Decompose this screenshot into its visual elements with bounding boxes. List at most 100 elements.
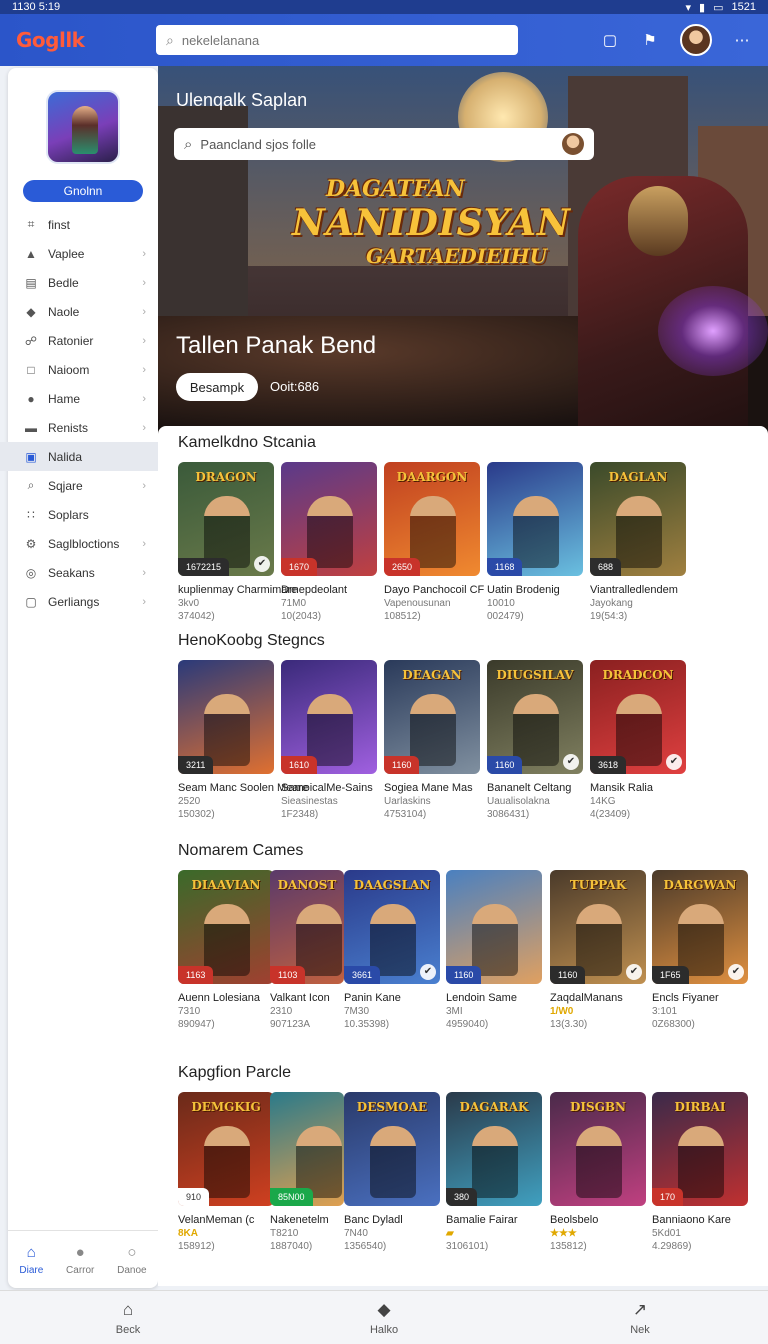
game-thumbnail[interactable]: DRAGON 1672215 ✔ (178, 462, 274, 576)
game-card[interactable]: 1160 Lendoin Same 3MI 4959040) (446, 870, 542, 1030)
game-review-count: 135812) (550, 1241, 587, 1252)
game-thumbnail[interactable]: DIRBAI 170 (652, 1092, 748, 1206)
sidebar-item-2[interactable]: ▤ Bedle › (8, 268, 158, 297)
game-review-count: 0Z68300) (652, 1019, 695, 1030)
game-card[interactable]: DAGLAN 688 Viantralledlendem Jayokang 19(54:… (590, 462, 686, 622)
sidebar-item-label: finst (48, 217, 71, 232)
hero-banner[interactable]: Ulenqalk Saplan ⌕ Paancland sjos folle D… (158, 66, 768, 436)
game-review-count: 4.29869) (652, 1241, 692, 1252)
link-icon: ☍ (24, 333, 38, 348)
game-app-icon[interactable] (46, 90, 120, 164)
game-card[interactable]: DIAAVIAN 1163 Auenn Lolesiana 7310 890947) (178, 870, 274, 1030)
shield-icon: ◆ (377, 1299, 391, 1319)
game-thumbnail[interactable]: TUPPAK 1160 ✔ (550, 870, 646, 984)
game-card[interactable]: DAGARAK 380 Bamalie Fairar ▰ 3106101) (446, 1092, 542, 1252)
app-logo[interactable]: Gogllk (16, 28, 156, 52)
sidebar-bottom-item-2[interactable]: ○ Danoe (117, 1244, 146, 1276)
price-tag: 1168 (487, 558, 523, 576)
game-card[interactable]: DRAGON 1672215 ✔ kuplienmay Charmimare 3kv0 3… (178, 462, 297, 622)
game-card[interactable]: 1168 Uatin Brodenig 10010 002479) (487, 462, 583, 622)
game-thumbnail[interactable]: 1670 (281, 462, 377, 576)
chevron-right-icon: › (142, 392, 146, 405)
game-card[interactable]: DAAGSLAN 3661 ✔ Panin Kane 7M30 10.35398) (344, 870, 440, 1030)
sidebar-item-9[interactable]: ⌕ Sqjare › (8, 471, 158, 500)
sidebar-item-13[interactable]: ▢ Gerliangs › (8, 587, 158, 616)
game-card[interactable]: DEMGKIG 910 VelanMeman (c 8KA 158912) (178, 1092, 274, 1252)
triangle-icon: ▲ (25, 246, 37, 261)
game-card[interactable]: DIUGSILAV 1160 ✔ Bananelt Celtang Uaualisola… (487, 660, 583, 820)
sidebar-item-6[interactable]: ● Hame › (8, 384, 158, 413)
bottom-nav-item-0[interactable]: ⌂ Beck (0, 1291, 256, 1344)
game-card[interactable]: 1670 Drnepdeolant 71M0 10(2043) (281, 462, 377, 622)
game-card[interactable]: DAARGON 2650 Dayo Panchocoil CF Vapenousuna… (384, 462, 484, 622)
sidebar-item-11[interactable]: ⚙ Saglbloctions › (8, 529, 158, 558)
card-icon: ▬ (25, 420, 37, 435)
sidebar-bottom-item-0[interactable]: ⌂ Diare (19, 1244, 43, 1276)
sidebar-item-12[interactable]: ◎ Seakans › (8, 558, 158, 587)
game-thumbnail[interactable]: DEMGKIG 910 (178, 1092, 274, 1206)
sidebar-item-4[interactable]: ☍ Ratonier › (8, 326, 158, 355)
game-thumbnail[interactable]: DARGWAN 1F65 ✔ (652, 870, 748, 984)
game-thumbnail[interactable]: 3211 (178, 660, 274, 774)
game-thumbnail[interactable]: DEAGAN 1160 (384, 660, 480, 774)
top-search-input[interactable] (181, 32, 482, 48)
game-character-art (410, 694, 456, 766)
game-thumbnail[interactable]: DAGARAK 380 (446, 1092, 542, 1206)
game-thumbnail[interactable]: DAGLAN 688 (590, 462, 686, 576)
game-thumbnail[interactable]: 1168 (487, 462, 583, 576)
game-thumbnail[interactable]: DIAAVIAN 1163 (178, 870, 274, 984)
game-thumbnail[interactable]: DRADCON 3618 ✔ (590, 660, 686, 774)
game-card[interactable]: DIRBAI 170 Banniaono Kare 5Kd01 4.29869) (652, 1092, 748, 1252)
sidebar-item-5[interactable]: □ Naioom › (8, 355, 158, 384)
sidebar-item-10[interactable]: ∷ Soplars (8, 500, 158, 529)
game-thumbnail[interactable]: 1160 (446, 870, 542, 984)
bottom-nav-item-2[interactable]: ↗ Nek (512, 1291, 768, 1344)
sidebar-item-0[interactable]: ⌗ finst (8, 210, 158, 239)
game-card[interactable]: DISGBN Beolsbelo ★★★ 135812) (550, 1092, 646, 1252)
bottom-nav-item-1[interactable]: ◆ Halko (256, 1291, 512, 1344)
user-avatar[interactable] (680, 24, 712, 56)
game-subtitle: 10010 (487, 598, 515, 609)
sidebar-item-3[interactable]: ◆ Naole › (8, 297, 158, 326)
game-card[interactable]: DARGWAN 1F65 ✔ Encls Fiyaner 3:101 0Z68300) (652, 870, 748, 1030)
sidebar-bottom-item-1[interactable]: ● Carror (66, 1244, 94, 1276)
game-character-art (204, 904, 250, 976)
game-thumbnail[interactable]: DIUGSILAV 1160 ✔ (487, 660, 583, 774)
sidebar-item-label: Naole (48, 304, 80, 319)
game-review-count: 4959040) (446, 1019, 489, 1030)
game-name: Uatin Brodenig (487, 584, 560, 596)
hero-search-avatar[interactable] (562, 133, 584, 155)
game-card[interactable]: DRADCON 3618 ✔ Mansik Ralia 14KG 4(23409) (590, 660, 686, 820)
game-name: Bananelt Celtang (487, 782, 572, 794)
more-icon[interactable]: ⋯ (732, 30, 752, 50)
game-character-art (513, 496, 559, 568)
sidebar-item-8[interactable]: ▣ Nalida (0, 442, 158, 471)
hero-cta-button[interactable]: Besampk (176, 373, 258, 401)
game-thumbnail[interactable]: 1610 (281, 660, 377, 774)
game-thumbnail[interactable]: DANOST 1103 (270, 870, 344, 984)
tablet-icon[interactable]: ▢ (600, 30, 620, 50)
game-subtitle: 1/W0 (550, 1006, 574, 1017)
game-card[interactable]: TUPPAK 1160 ✔ ZaqdalManans 1/W0 13(3.30) (550, 870, 646, 1030)
game-thumbnail[interactable]: DAAGSLAN 3661 ✔ (344, 870, 440, 984)
game-thumbnail[interactable]: DAARGON 2650 (384, 462, 480, 576)
game-thumbnail[interactable]: DESMOAE (344, 1092, 440, 1206)
game-thumbnail[interactable]: 85N00 (270, 1092, 344, 1206)
game-thumbnail[interactable]: DISGBN (550, 1092, 646, 1206)
notification-icon[interactable]: ⚑ (640, 30, 660, 50)
open-button[interactable]: Gnolnn (23, 180, 143, 202)
game-section-2: Nomarem Cames DIAAVIAN 1163 Auenn Lolesiana… (158, 842, 768, 1052)
game-character-art (370, 904, 416, 976)
hero-search-bar[interactable]: ⌕ Paancland sjos folle (174, 128, 594, 160)
sidebar-item-1[interactable]: ▲ Vaplee › (8, 239, 158, 268)
sidebar-item-7[interactable]: ▬ Renists › (8, 413, 158, 442)
game-card[interactable]: DEAGAN 1160 Sogiea Mane Mas Uarlaskins 47531… (384, 660, 480, 820)
game-card[interactable]: 1610 SamoicalMe-Sains Sieasinestas 1F2348) (281, 660, 377, 820)
game-card[interactable]: DESMOAE Banc Dyladl 7N40 1356540) (344, 1092, 440, 1252)
chevron-right-icon: › (142, 276, 146, 289)
top-search-bar[interactable]: ⌕ (156, 25, 518, 55)
sidebar-item-label: Nalida (48, 449, 83, 464)
game-card[interactable]: 3211 Seam Manc Soolen Meare 2520 150302) (178, 660, 308, 820)
shield-icon: ◆ (26, 304, 36, 319)
game-subtitle: ★★★ (550, 1228, 577, 1239)
